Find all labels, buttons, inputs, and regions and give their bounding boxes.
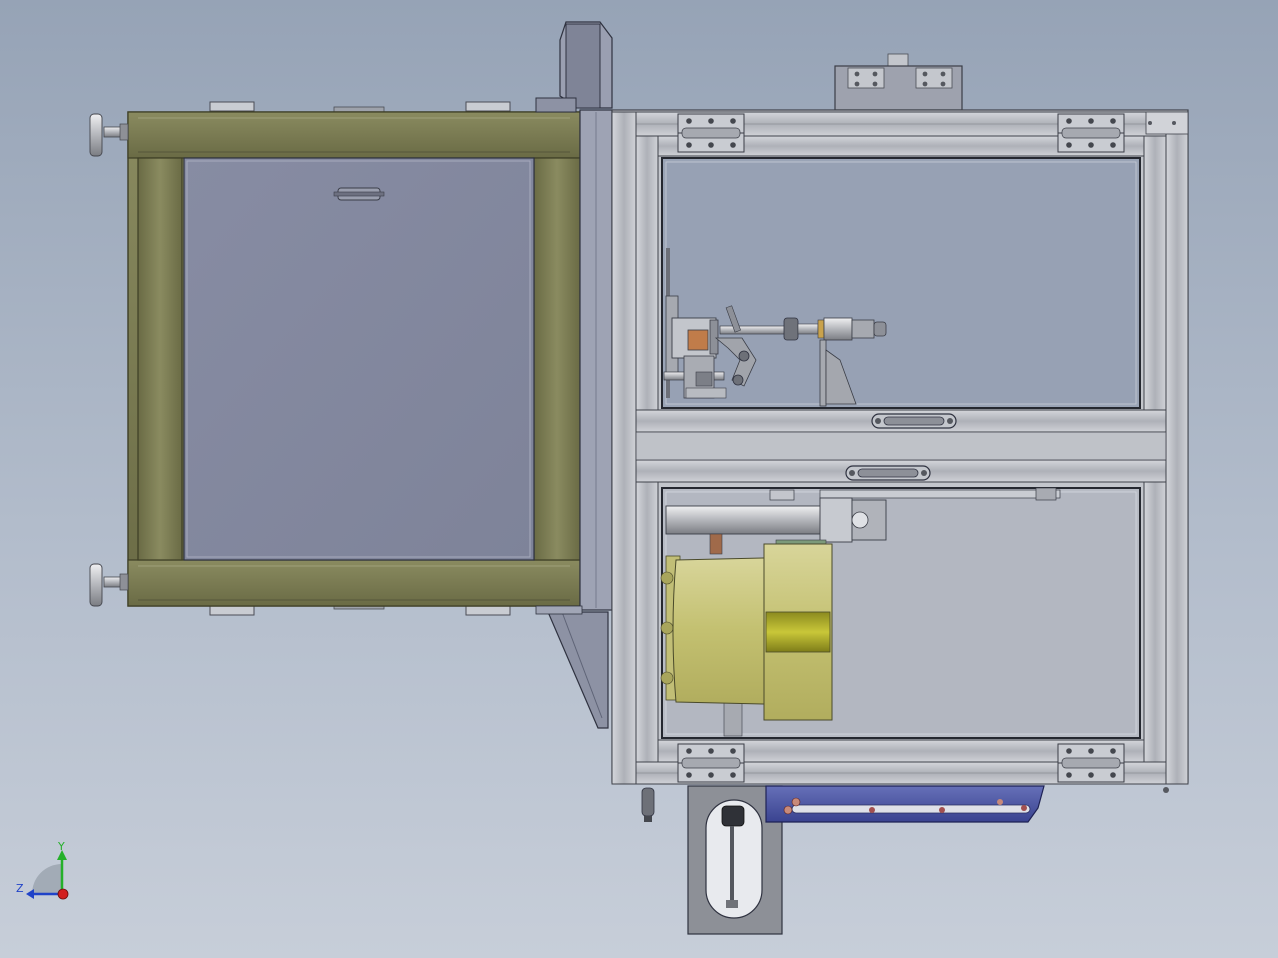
frame-hinge-bottom-left (677, 743, 745, 783)
frame-hinge-top-left (677, 113, 745, 153)
left-cabinet (89, 101, 581, 616)
top-mounted-box (834, 53, 963, 111)
cabinet-panel (183, 157, 535, 561)
frame-hinge-bottom-right (1057, 743, 1125, 783)
blue-rail-bracket (765, 785, 1045, 823)
axis-z-label: Z (16, 882, 24, 895)
hinge-bottom-left (209, 605, 255, 616)
hinge-top-left (209, 101, 255, 112)
small-bolt-bottom (641, 787, 655, 822)
door-handle-lower[interactable] (845, 465, 931, 481)
axis-triad: Y Z (16, 840, 69, 900)
axis-y-label: Y (57, 840, 65, 853)
upper-window (661, 157, 1141, 409)
yellow-motor (660, 543, 833, 721)
axis-x-dot (57, 888, 69, 900)
panel-handle[interactable] (333, 187, 385, 201)
hinge-top-right (465, 101, 511, 112)
hinge-bottom-right (465, 605, 511, 616)
door-handle-upper[interactable] (871, 413, 957, 429)
cad-drawing: Y Z (16, 21, 1189, 935)
lower-window (660, 487, 1141, 739)
leveling-foot-bottom (89, 563, 129, 607)
leveling-foot-top (89, 113, 129, 157)
frame-hinge-top-right (1057, 113, 1125, 153)
